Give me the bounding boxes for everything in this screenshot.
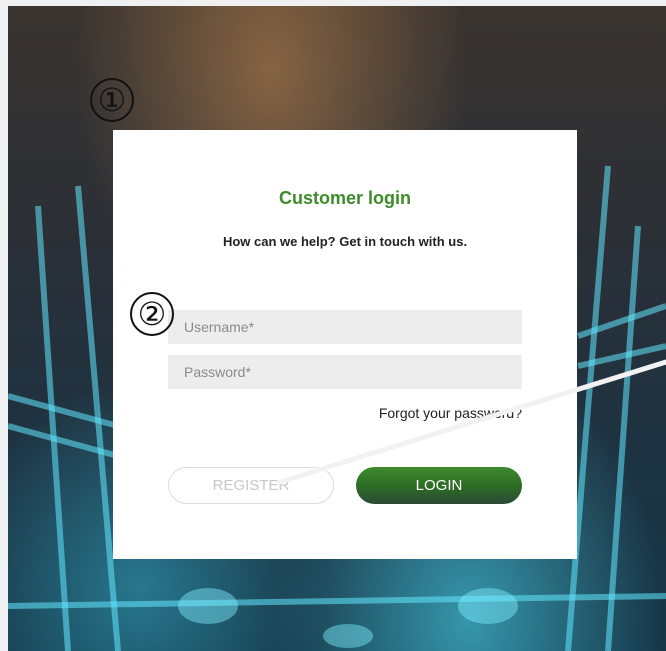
register-button[interactable]: REGISTER: [168, 467, 334, 504]
forgot-password-link[interactable]: Forgot your password?: [379, 405, 522, 421]
login-subtitle: How can we help? Get in touch with us.: [222, 234, 468, 249]
step-marker-2: ②: [130, 292, 174, 336]
step-marker-1: ①: [90, 78, 134, 122]
password-input[interactable]: [168, 355, 522, 389]
login-card: Customer login How can we help? Get in t…: [113, 130, 577, 559]
username-input[interactable]: [168, 310, 522, 344]
login-button[interactable]: LOGIN: [356, 467, 522, 504]
login-title: Customer login: [278, 188, 411, 208]
